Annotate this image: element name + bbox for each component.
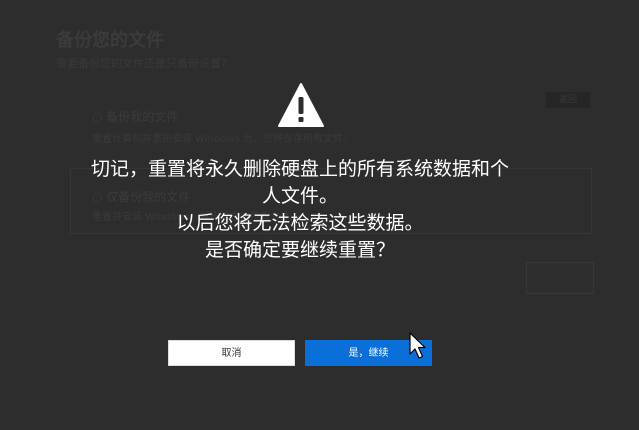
warning-message: 切记，重置将永久删除硬盘上的所有系统数据和个 人文件。 以后您将无法检索这些数据… [30,156,570,264]
warning-message-line-1: 切记，重置将永久删除硬盘上的所有系统数据和个 [90,158,509,180]
warning-message-line-3: 以后您将无法检索这些数据。 [176,212,424,234]
reset-warning-screen: 备份您的文件 需要备份您的文件还是只备份设置? 返回 ○ 备份我的文件 重置计算… [0,0,639,430]
background-back-chip: 返回 [546,92,590,108]
background-option-1-title: ○ 备份我的文件 [92,110,179,124]
mouse-cursor-icon [409,332,426,359]
background-box [526,262,594,294]
background-page-subtitle: 需要备份您的文件还是只备份设置? [56,57,227,70]
cancel-button[interactable]: 取消 [168,340,295,366]
warning-message-line-2: 人文件。 [261,185,338,207]
warning-triangle-icon [278,83,324,127]
background-option-1-desc: 重置计算机并重新安装 Windows 后，您将保存所有文件。 [92,134,353,145]
warning-message-line-4: 是否确定要继续重置？ [204,239,395,261]
background-page-title: 备份您的文件 [56,30,164,51]
